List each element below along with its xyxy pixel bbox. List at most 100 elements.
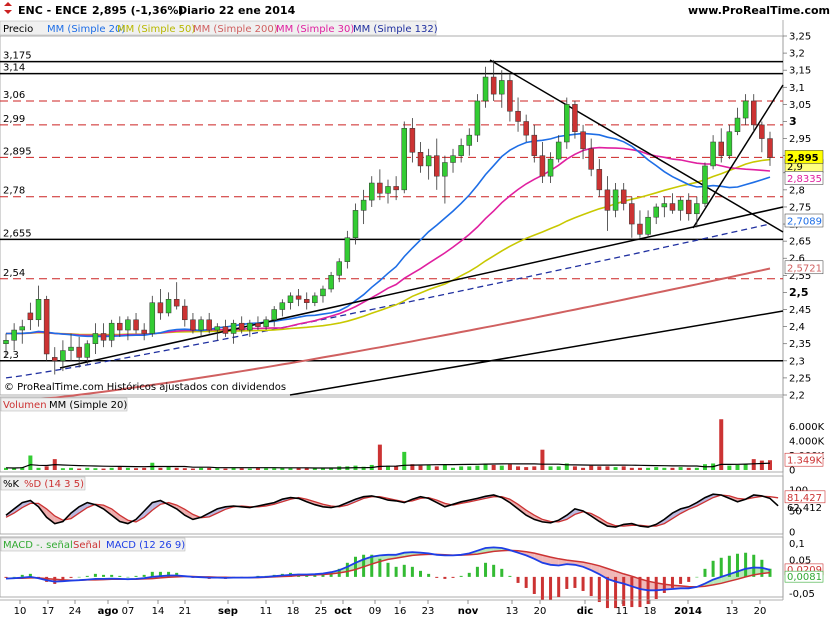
header-price-change: 2,895 (-1,36%) xyxy=(92,4,183,17)
volume-bar xyxy=(744,464,748,470)
macd-hist-label[interactable]: MACD -. señal xyxy=(3,540,73,551)
candle-body xyxy=(572,104,577,131)
macd-hist-bar xyxy=(687,577,690,582)
stoch-k-label[interactable]: %K xyxy=(3,479,20,490)
legend-ma200[interactable]: MM (Simple 200) xyxy=(193,24,278,35)
candle-body xyxy=(182,306,187,320)
candle-body xyxy=(751,101,756,125)
volume-bar xyxy=(402,452,406,470)
volume-bar xyxy=(183,468,187,470)
volume-bar xyxy=(532,466,536,470)
x-tick-label: 16 xyxy=(394,606,407,617)
candle-body xyxy=(637,224,642,234)
candle-body xyxy=(353,210,358,237)
macd-hist-bar xyxy=(126,577,129,578)
macd-hist-bar xyxy=(435,577,438,578)
volume-bar xyxy=(646,468,650,470)
volume-bar xyxy=(419,466,423,470)
macd-hist-bar xyxy=(135,576,138,577)
legend-ma30[interactable]: MM (Simple 30) xyxy=(276,24,354,35)
x-tick-label: 10 xyxy=(14,606,27,617)
macd-hist-bar xyxy=(102,575,105,577)
x-tick-label: sep xyxy=(218,606,238,617)
stoch-d-label[interactable]: %D (14 3 5) xyxy=(24,479,84,490)
legend-ma20[interactable]: MM (Simple 20) xyxy=(47,24,125,35)
price-tick-label: 2,95 xyxy=(789,134,811,145)
macd-hist-bar xyxy=(476,567,479,577)
candle-body xyxy=(28,313,33,320)
site-link[interactable]: www.ProRealTime.com xyxy=(688,4,830,17)
volume-bar xyxy=(85,468,89,470)
volume-tick-label: 6.000K xyxy=(789,422,825,433)
price-tick-label: 3 xyxy=(789,115,797,128)
stoch-badge-k: 62,412 xyxy=(787,503,822,514)
volume-bar xyxy=(516,466,520,470)
copyright: © ProRealTime.com Históricos ajustados c… xyxy=(4,381,286,393)
level-label: 3,06 xyxy=(3,90,25,101)
volume-bar xyxy=(191,469,195,470)
candle-body xyxy=(402,128,407,190)
macd-line-label[interactable]: MACD (12 26 9) xyxy=(106,540,185,551)
macd-hist-bar xyxy=(598,577,601,602)
legend-ma50[interactable]: MM (Simple 50) xyxy=(117,24,195,35)
stoch-legend: %K %D (14 3 5) xyxy=(1,477,85,490)
volume-bar xyxy=(93,468,97,470)
candle-body xyxy=(507,80,512,111)
legend-ma132[interactable]: MM (Simple 132) xyxy=(353,24,438,35)
support-trendline-upper xyxy=(60,207,783,368)
stoch-tick-label: 0 xyxy=(789,528,795,539)
macd-badge-b: 0,0081 xyxy=(787,572,822,583)
volume-bar xyxy=(61,468,65,470)
candle-body xyxy=(394,186,399,189)
macd-hist-bar xyxy=(460,576,463,577)
candle-body xyxy=(20,327,25,330)
level-label: 2,78 xyxy=(3,186,25,197)
candle-body xyxy=(735,118,740,132)
candle-body xyxy=(743,101,748,118)
volume-label[interactable]: Volumen xyxy=(3,400,47,411)
volume-bar xyxy=(451,468,455,470)
volume-bar xyxy=(679,467,683,470)
volume-bar xyxy=(508,464,512,470)
volume-bar xyxy=(134,468,138,470)
level-label: 2,895 xyxy=(3,146,32,157)
macd-hist-bar xyxy=(94,574,97,577)
volume-bar xyxy=(467,466,471,470)
x-tick-label: 18 xyxy=(644,606,657,617)
candle-body xyxy=(369,183,374,200)
volume-bar xyxy=(597,466,601,470)
candle-body xyxy=(475,101,480,135)
stoch-panel xyxy=(0,476,783,534)
header-title: ENC - ENCE xyxy=(18,4,87,17)
legend-price[interactable]: Precio xyxy=(3,24,33,35)
x-tick-label: 25 xyxy=(315,606,328,617)
candle-body xyxy=(345,238,350,262)
macd-hist-bar xyxy=(590,577,593,596)
volume-bar xyxy=(735,465,739,470)
candle-body xyxy=(247,323,252,330)
volume-ma-label[interactable]: MM (Simple 20) xyxy=(49,400,127,411)
volume-bar xyxy=(435,466,439,470)
volume-bar xyxy=(614,467,618,470)
candle-body xyxy=(678,200,683,210)
candle-body xyxy=(60,351,65,361)
candle-body xyxy=(337,262,342,276)
candle-body xyxy=(280,303,285,310)
x-tick-label: 23 xyxy=(422,606,435,617)
candle-body xyxy=(69,347,74,350)
macd-hist-bar xyxy=(582,577,585,591)
volume-bar xyxy=(760,461,764,470)
x-tick-label: 18 xyxy=(287,606,300,617)
candle-body xyxy=(613,190,618,211)
candle-body xyxy=(442,163,447,177)
candle-body xyxy=(629,204,634,225)
candle-body xyxy=(190,320,195,330)
x-tick-label: 17 xyxy=(42,606,55,617)
macd-hist-bar xyxy=(419,571,422,577)
macd-signal-label[interactable]: Señal xyxy=(73,540,101,551)
volume-bar xyxy=(768,460,772,470)
macd-hist-bar xyxy=(525,577,528,588)
price-tick-label: 2,4 xyxy=(789,322,805,333)
volume-bar xyxy=(118,467,122,470)
macd-hist-bar xyxy=(370,555,373,577)
